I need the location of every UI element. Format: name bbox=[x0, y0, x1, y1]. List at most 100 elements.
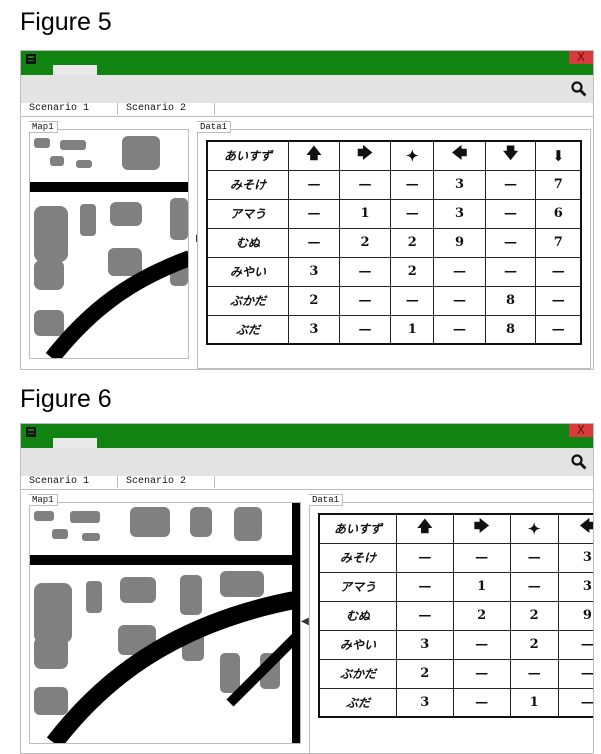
close-button[interactable]: X bbox=[569, 424, 593, 437]
table-cell: 7 bbox=[535, 169, 582, 200]
table-cell: — bbox=[433, 256, 486, 287]
table-cell: 1 bbox=[390, 314, 435, 345]
table-cell: — bbox=[452, 658, 511, 689]
table-cell: — bbox=[338, 314, 392, 345]
header-cell-name: あいすず bbox=[318, 513, 397, 544]
tab-scenario-1[interactable]: Scenario 1 bbox=[21, 476, 118, 488]
table-cell: — bbox=[288, 227, 340, 258]
table-row: ぶだ 3 — 1 — 8 — bbox=[206, 314, 582, 345]
toolbar bbox=[21, 75, 593, 103]
table-row: ぶかだ 2 — — — 8 — bbox=[206, 285, 582, 316]
title-bar[interactable]: X bbox=[21, 51, 593, 75]
table-row: ぶかだ 2 — — — bbox=[318, 658, 593, 689]
row-name: むぬ bbox=[206, 227, 289, 258]
table-cell: 9 bbox=[557, 600, 593, 631]
table-cell: — bbox=[433, 314, 486, 345]
table-cell: — bbox=[452, 542, 511, 573]
data-panel: あいすず 🡅 🡆 ✦ 🡄 🡇 ⬇ みそけ — — — 3 — 7 アマう — 1… bbox=[197, 129, 591, 369]
table-cell: — bbox=[338, 169, 392, 200]
table-row: むぬ — 2 2 9 — 7 bbox=[206, 227, 582, 258]
row-name: アマう bbox=[318, 571, 397, 602]
table-cell: 3 bbox=[557, 571, 593, 602]
table-row: みそけ — — — 3 — 7 bbox=[206, 169, 582, 200]
table-cell: — bbox=[288, 169, 340, 200]
table-row: ぶだ 3 — 1 — bbox=[318, 687, 593, 718]
table-cell: — bbox=[484, 198, 537, 229]
map-canvas[interactable] bbox=[30, 130, 188, 358]
table-cell: — bbox=[535, 314, 582, 345]
table-cell: — bbox=[396, 571, 454, 602]
horizontal-road bbox=[30, 555, 300, 565]
header-cell: 🡆 bbox=[452, 513, 511, 544]
table-cell: — bbox=[535, 256, 582, 287]
header-cell: ✦ bbox=[509, 513, 559, 544]
table-cell: — bbox=[557, 687, 593, 718]
header-cell: 🡄 bbox=[557, 513, 593, 544]
table-cell: 9 bbox=[433, 227, 486, 258]
table-cell: — bbox=[484, 256, 537, 287]
tab-scenario-2[interactable]: Scenario 2 bbox=[118, 103, 215, 115]
table-cell: 6 bbox=[535, 198, 582, 229]
table-header-row: あいすず 🡅 🡆 ✦ 🡄 🡇 ⬇ bbox=[206, 140, 582, 171]
table-row: みやい 3 — 2 — — — bbox=[206, 256, 582, 287]
table-cell: 1 bbox=[452, 571, 511, 602]
table-cell: — bbox=[396, 600, 454, 631]
map-panel bbox=[29, 502, 301, 744]
vertical-road bbox=[292, 503, 300, 743]
table-cell: 1 bbox=[338, 198, 392, 229]
data-table: あいすず 🡅 🡆 ✦ 🡄 みそけ — — — 3 アマう — 1 — 3 むぬ … bbox=[318, 513, 593, 718]
tab-scenario-1[interactable]: Scenario 1 bbox=[21, 103, 118, 115]
window-icon[interactable] bbox=[26, 54, 36, 64]
table-cell: — bbox=[338, 285, 392, 316]
window-icon[interactable] bbox=[26, 427, 36, 437]
scenario-tabs: Scenario 1 Scenario 2 bbox=[21, 476, 593, 490]
title-bar[interactable]: X bbox=[21, 424, 593, 448]
header-cell: 🡅 bbox=[288, 140, 340, 171]
header-cell: 🡄 bbox=[433, 140, 486, 171]
row-name: ぶだ bbox=[206, 314, 289, 345]
table-header-row: あいすず 🡅 🡆 ✦ 🡄 bbox=[318, 513, 593, 544]
row-name: みそけ bbox=[206, 169, 289, 200]
map-label: Map1 bbox=[29, 494, 58, 506]
row-name: むぬ bbox=[318, 600, 397, 631]
row-name: アマう bbox=[206, 198, 289, 229]
figure-6-caption: Figure 6 bbox=[20, 385, 112, 413]
close-button[interactable]: X bbox=[569, 51, 593, 64]
map-label: Map1 bbox=[29, 121, 58, 133]
map-canvas[interactable] bbox=[30, 503, 300, 743]
figure-6-window: X Scenario 1 Scenario 2 Map1 あいすず 🡅 🡆 ✦ … bbox=[20, 423, 594, 754]
table-cell: — bbox=[452, 629, 511, 660]
table-cell: 2 bbox=[509, 600, 559, 631]
table-row: むぬ — 2 2 9 bbox=[318, 600, 593, 631]
search-icon[interactable] bbox=[571, 454, 587, 470]
data-table: あいすず 🡅 🡆 ✦ 🡄 🡇 ⬇ みそけ — — — 3 — 7 アマう — 1… bbox=[206, 140, 582, 345]
table-cell: 1 bbox=[509, 687, 559, 718]
table-cell: 2 bbox=[390, 256, 435, 287]
header-cell-name: あいすず bbox=[206, 140, 289, 171]
table-cell: 8 bbox=[484, 285, 537, 316]
data-panel: あいすず 🡅 🡆 ✦ 🡄 みそけ — — — 3 アマう — 1 — 3 むぬ … bbox=[309, 502, 593, 753]
table-row: アマう — 1 — 3 bbox=[318, 571, 593, 602]
table-row: みやい 3 — 2 — bbox=[318, 629, 593, 660]
table-cell: 3 bbox=[288, 314, 340, 345]
table-cell: 2 bbox=[338, 227, 392, 258]
table-cell: 2 bbox=[390, 227, 435, 258]
row-name: みそけ bbox=[318, 542, 397, 573]
header-cell: 🡅 bbox=[396, 513, 454, 544]
table-cell: 7 bbox=[535, 227, 582, 258]
table-cell: 2 bbox=[396, 658, 454, 689]
table-cell: — bbox=[452, 687, 511, 718]
table-cell: 3 bbox=[288, 256, 340, 287]
table-cell: 3 bbox=[557, 542, 593, 573]
row-name: みやい bbox=[206, 256, 289, 287]
table-cell: — bbox=[433, 285, 486, 316]
table-cell: — bbox=[484, 169, 537, 200]
tab-scenario-2[interactable]: Scenario 2 bbox=[118, 476, 215, 488]
search-icon[interactable] bbox=[571, 81, 587, 97]
table-row: みそけ — — — 3 bbox=[318, 542, 593, 573]
scenario-tabs: Scenario 1 Scenario 2 bbox=[21, 103, 593, 117]
table-cell: 3 bbox=[396, 629, 454, 660]
table-cell: — bbox=[484, 227, 537, 258]
table-cell: 2 bbox=[509, 629, 559, 660]
table-row: アマう — 1 — 3 — 6 bbox=[206, 198, 582, 229]
